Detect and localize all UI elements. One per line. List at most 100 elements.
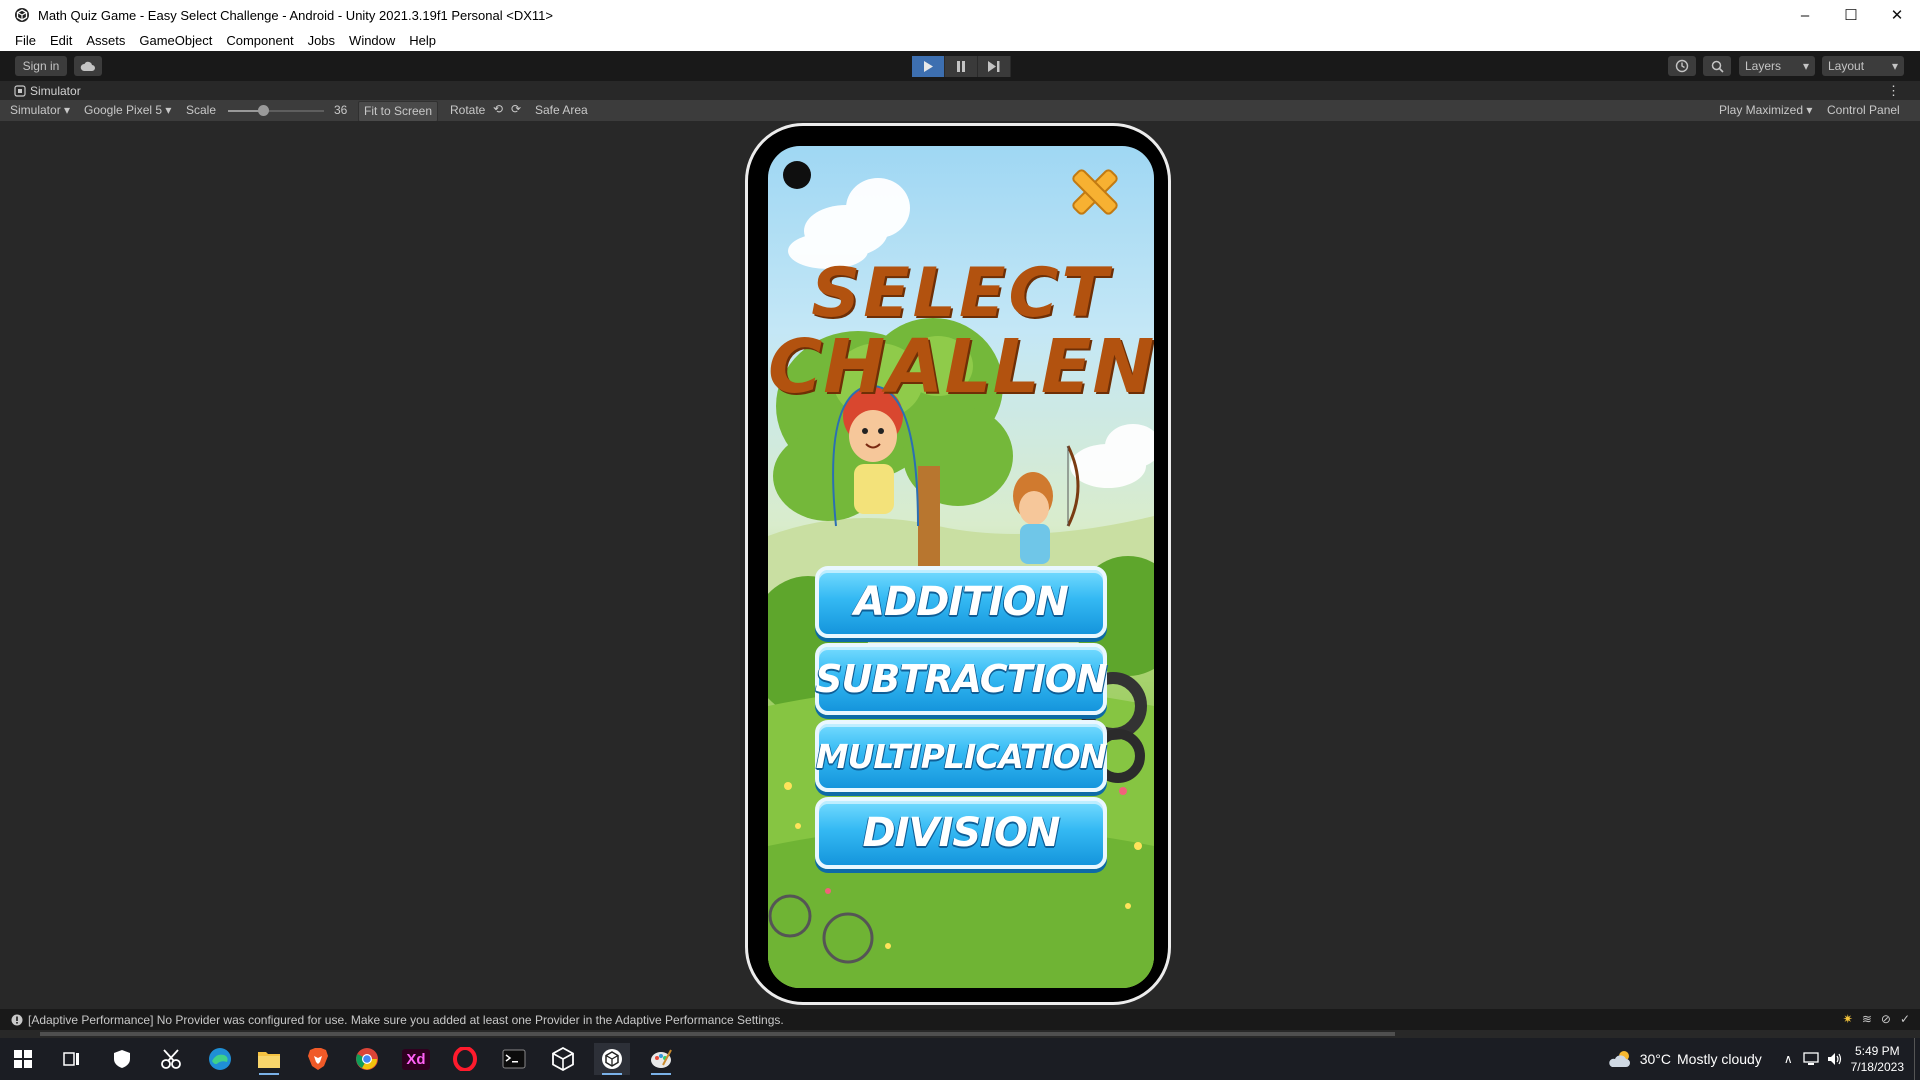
menu-assets[interactable]: Assets [79,30,132,51]
simulator-mode-dropdown[interactable]: Simulator ▾ [10,103,70,117]
system-tray: 30°C Mostly cloudy ∧ 5:49 PM 7/18/2023 [1608,1038,1920,1080]
opera-browser-icon[interactable] [447,1043,483,1075]
main-toolbar: Sign in Layers ▾ Layout ▾ [0,51,1920,81]
terminal-icon[interactable] [496,1043,532,1075]
layers-stack-icon[interactable]: ≋ [1862,1012,1872,1026]
info-icon [11,1014,23,1026]
search-icon [1711,60,1724,73]
menu-edit[interactable]: Edit [43,30,79,51]
window-title: Math Quiz Game - Easy Select Challenge -… [38,7,553,23]
simulator-tab-bar: Simulator ⋮ [0,81,1920,102]
weather-description[interactable]: Mostly cloudy [1677,1051,1762,1067]
horizontal-scrollbar[interactable] [0,1030,1920,1038]
title-challenge: CHALLENGE [768,324,1154,410]
chevron-down-icon: ▾ [1891,59,1898,73]
chevron-down-icon: ▾ [1806,103,1813,117]
unity-hub-icon[interactable] [545,1043,581,1075]
step-icon [988,61,1000,72]
history-icon [1675,59,1689,73]
step-button[interactable] [978,56,1011,77]
menu-window[interactable]: Window [342,30,402,51]
search-button[interactable] [1703,56,1731,76]
security-shield-icon[interactable] [104,1043,140,1075]
adobe-xd-icon[interactable]: Xd [398,1043,434,1075]
layout-dropdown[interactable]: Layout ▾ [1822,56,1904,76]
layout-label: Layout [1828,59,1865,73]
scale-slider[interactable] [228,105,324,116]
edge-browser-icon[interactable] [202,1043,238,1075]
pause-button[interactable] [945,56,978,77]
scrollbar-thumb[interactable] [40,1032,1395,1036]
sign-in-button[interactable]: Sign in [15,56,67,76]
addition-button[interactable]: ADDITION [815,566,1107,638]
chrome-browser-icon[interactable] [349,1043,385,1075]
device-label: Google Pixel 5 [84,103,163,117]
close-window-button[interactable]: ✕ [1874,0,1920,30]
volume-icon[interactable] [1827,1052,1843,1066]
clock[interactable]: 5:49 PM 7/18/2023 [1851,1043,1904,1075]
simulator-tab[interactable]: Simulator [14,84,81,98]
clock-date: 7/18/2023 [1850,1060,1904,1074]
chevron-down-icon: ▾ [165,103,172,117]
maximize-button[interactable]: ☐ [1828,0,1874,30]
more-options-icon[interactable]: ⋮ [1887,83,1900,99]
rotate-label: Rotate [450,103,486,117]
layers-dropdown[interactable]: Layers ▾ [1739,56,1815,76]
device-frame: SELECT CHALLENGE ADDITION SUBTRACTION MU… [745,123,1171,1005]
multiplication-button[interactable]: MULTIPLICATION [815,720,1107,792]
subtraction-button[interactable]: SUBTRACTION [815,643,1108,715]
lighting-icon[interactable]: ✷ [1843,1012,1853,1026]
scale-value: 36 [334,103,348,117]
weather-cloudy-icon[interactable] [1608,1049,1634,1069]
safe-area-toggle[interactable]: Safe Area [535,103,588,117]
clock-time: 5:49 PM [1854,1044,1900,1058]
weather-temperature[interactable]: 30°C [1640,1051,1671,1067]
task-view-icon[interactable] [54,1043,90,1075]
simulator-viewport: SELECT CHALLENGE ADDITION SUBTRACTION MU… [0,121,1920,1009]
control-panel-button[interactable]: Control Panel [1827,103,1900,117]
menu-gameobject[interactable]: GameObject [132,30,219,51]
scale-slider-thumb[interactable] [257,105,269,116]
fit-to-screen-button[interactable]: Fit to Screen [358,101,439,122]
windows-start-icon[interactable] [5,1043,41,1075]
file-explorer-icon[interactable] [251,1043,287,1075]
close-x-icon[interactable] [1067,164,1123,220]
title-select: SELECT [811,254,1111,333]
chevron-down-icon: ▾ [64,103,71,117]
simulator-tab-label: Simulator [30,84,81,98]
play-maximized-dropdown[interactable]: Play Maximized ▾ [1719,103,1812,117]
scale-label: Scale [186,103,217,117]
console-status-bar[interactable]: [Adaptive Performance] No Provider was c… [0,1009,1920,1030]
network-icon[interactable]: ⊘ [1881,1012,1891,1026]
status-icons: ✷ ≋ ⊘ ✓ [1843,1012,1910,1026]
device-dropdown[interactable]: Google Pixel 5 ▾ [84,103,171,117]
play-controls [912,56,1011,77]
menu-file[interactable]: File [0,30,43,51]
unity-editor-icon[interactable] [594,1043,630,1075]
simulator-mode-label: Simulator [10,103,61,117]
cloud-icon [80,61,95,71]
brave-browser-icon[interactable] [300,1043,336,1075]
play-maximized-label: Play Maximized [1719,103,1804,117]
division-button[interactable]: DIVISION [815,797,1107,869]
network-monitor-icon[interactable] [1802,1052,1819,1066]
paint-app-icon[interactable] [643,1043,679,1075]
check-icon[interactable]: ✓ [1900,1012,1910,1026]
minimize-button[interactable]: – [1782,0,1828,30]
menu-bar: File Edit Assets GameObject Component Jo… [0,30,1920,52]
play-button[interactable] [912,56,945,77]
menu-help[interactable]: Help [402,30,443,51]
simulator-toolbar: Simulator ▾ Google Pixel 5 ▾ Scale 36 Fi… [0,100,1920,122]
pause-icon [957,61,965,72]
history-button[interactable] [1668,56,1696,76]
rotate-left-icon[interactable]: ⟲ [493,102,503,116]
camera-hole [783,161,811,189]
rotate-right-icon[interactable]: ⟳ [511,102,521,116]
chevron-up-icon[interactable]: ∧ [1784,1052,1793,1066]
menu-component[interactable]: Component [219,30,300,51]
show-desktop-button[interactable] [1914,1038,1920,1080]
menu-jobs[interactable]: Jobs [301,30,342,51]
cloud-button[interactable] [74,56,102,76]
game-screen[interactable]: SELECT CHALLENGE ADDITION SUBTRACTION MU… [768,146,1154,988]
snipping-tool-icon[interactable] [153,1043,189,1075]
